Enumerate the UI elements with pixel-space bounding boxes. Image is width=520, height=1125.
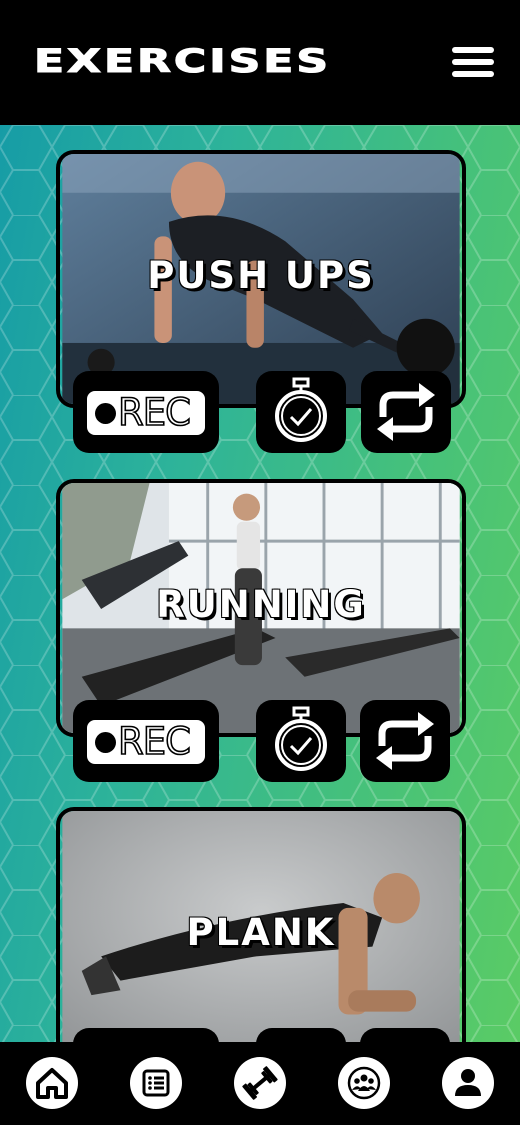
- bottom-nav: [0, 1042, 520, 1125]
- repeat-icon: [377, 383, 435, 441]
- timer-button[interactable]: [256, 700, 346, 782]
- nav-list[interactable]: [130, 1057, 182, 1109]
- record-dot-icon: [95, 402, 116, 424]
- exercise-label: RUNNING: [156, 583, 366, 626]
- exercise-card-push-ups[interactable]: PUSH UPS: [56, 150, 466, 408]
- nav-profile[interactable]: [442, 1057, 494, 1109]
- stopwatch-icon: [275, 377, 327, 442]
- home-icon: [36, 1068, 68, 1099]
- list-icon: [142, 1069, 170, 1097]
- record-dot-icon: [95, 731, 116, 753]
- page-title: EXERCISES: [33, 43, 332, 81]
- exercise-card-plank[interactable]: PLANK: [56, 807, 466, 1065]
- profile-icon: [455, 1069, 481, 1096]
- exercise-label: PLANK: [186, 911, 336, 954]
- rec-label: REC: [117, 719, 192, 764]
- dumbbell-icon: [242, 1066, 278, 1100]
- exercise-card-running[interactable]: RUNNING: [56, 479, 466, 737]
- rec-badge: REC: [87, 719, 205, 764]
- timer-button[interactable]: [256, 371, 346, 453]
- record-button[interactable]: REC: [73, 700, 219, 782]
- app-header: EXERCISES: [0, 0, 520, 125]
- repeat-icon: [376, 712, 434, 770]
- nav-home[interactable]: [26, 1057, 78, 1109]
- rec-label: REC: [117, 390, 192, 435]
- repeat-button[interactable]: [360, 700, 450, 782]
- nav-community[interactable]: [338, 1057, 390, 1109]
- nav-workouts[interactable]: [234, 1057, 286, 1109]
- hamburger-menu-icon[interactable]: [450, 44, 496, 80]
- record-button[interactable]: REC: [73, 371, 219, 453]
- group-icon: [347, 1066, 381, 1100]
- exercise-label: PUSH UPS: [147, 254, 375, 297]
- repeat-button[interactable]: [361, 371, 451, 453]
- stopwatch-icon: [275, 706, 327, 771]
- rec-badge: REC: [87, 390, 205, 435]
